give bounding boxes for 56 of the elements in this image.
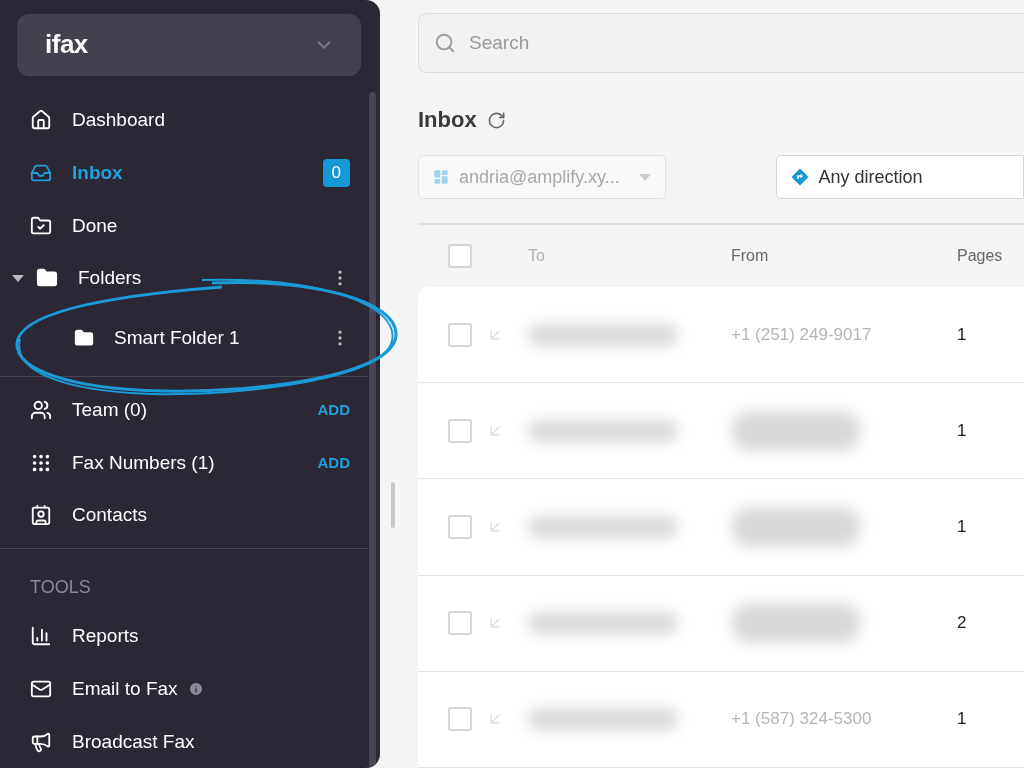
table-row[interactable]: +1 (251) 249-9017 1: [418, 287, 1024, 384]
nav-icon: [30, 214, 52, 237]
nav-item[interactable]: Inbox 0: [0, 146, 380, 200]
add-button[interactable]: ADD: [317, 401, 350, 419]
scrollbar[interactable]: [369, 92, 376, 768]
nav-item[interactable]: Email to Fax: [0, 662, 380, 716]
folders-item[interactable]: Folders: [0, 252, 380, 305]
column-header[interactable]: Pages: [957, 247, 1017, 265]
nav-item[interactable]: Dashboard: [0, 93, 380, 147]
column-header[interactable]: From: [731, 247, 957, 265]
nav-icon: [30, 504, 52, 527]
title-text: Inbox: [418, 107, 477, 133]
table-cell-text: 2: [957, 613, 968, 634]
row-checkbox[interactable]: [448, 322, 472, 347]
add-button[interactable]: ADD: [317, 454, 350, 472]
count-badge: 0: [322, 158, 350, 187]
search-icon: [434, 32, 456, 54]
table-cell-text: 1: [957, 420, 968, 441]
select-all-checkbox[interactable]: [448, 244, 472, 268]
resize-handle[interactable]: [391, 482, 395, 528]
search-field[interactable]: Search: [418, 13, 1024, 73]
nav-item[interactable]: Reports: [0, 609, 380, 663]
row-checkbox[interactable]: [448, 515, 472, 540]
folder-item[interactable]: Smart Folder 1: [0, 304, 380, 371]
row-checkbox[interactable]: [448, 611, 472, 636]
direction-select[interactable]: Any direction: [775, 155, 1024, 199]
folder-icon: [74, 327, 94, 348]
nav-item[interactable]: Contacts: [0, 489, 380, 542]
table-cell-text: 1: [957, 324, 968, 345]
refresh-icon[interactable]: [486, 110, 506, 130]
section-heading: TOOLS: [29, 575, 92, 599]
table-row[interactable]: 2: [418, 575, 1024, 672]
nav-icon: [30, 625, 52, 648]
row-checkbox[interactable]: [448, 418, 472, 443]
table-row[interactable]: 1: [418, 479, 1024, 576]
table-cell-text: 1: [957, 517, 968, 538]
nav-item[interactable]: Done: [0, 199, 380, 252]
nav-icon: [30, 398, 52, 421]
nav-item[interactable]: Broadcast Fax: [0, 715, 380, 768]
caret-icon: [638, 173, 651, 181]
grid-icon: [433, 169, 449, 185]
table-cell-text: +1 (587) 324-5300: [731, 709, 873, 730]
row-checkbox[interactable]: [448, 707, 472, 732]
nav-label: Broadcast Fax: [72, 730, 195, 753]
nav-icon: [30, 109, 52, 132]
table-row[interactable]: 1: [418, 383, 1024, 480]
nav-icon: [30, 730, 52, 753]
nav-item[interactable]: Team (0) ADD: [0, 383, 380, 437]
nav-label: Reports: [72, 625, 139, 648]
nav-label: Email to Fax: [72, 677, 178, 700]
nav-item[interactable]: Fax Numbers (1) ADD: [0, 436, 380, 489]
table-cell-text: +1 (251) 249-9017: [731, 324, 873, 345]
account-switcher[interactable]: ifax: [17, 14, 361, 76]
table-cell-text: 1: [957, 709, 968, 730]
logo: ifax: [45, 29, 88, 61]
table-row[interactable]: +1 (587) 324-5300 1: [418, 671, 1024, 768]
